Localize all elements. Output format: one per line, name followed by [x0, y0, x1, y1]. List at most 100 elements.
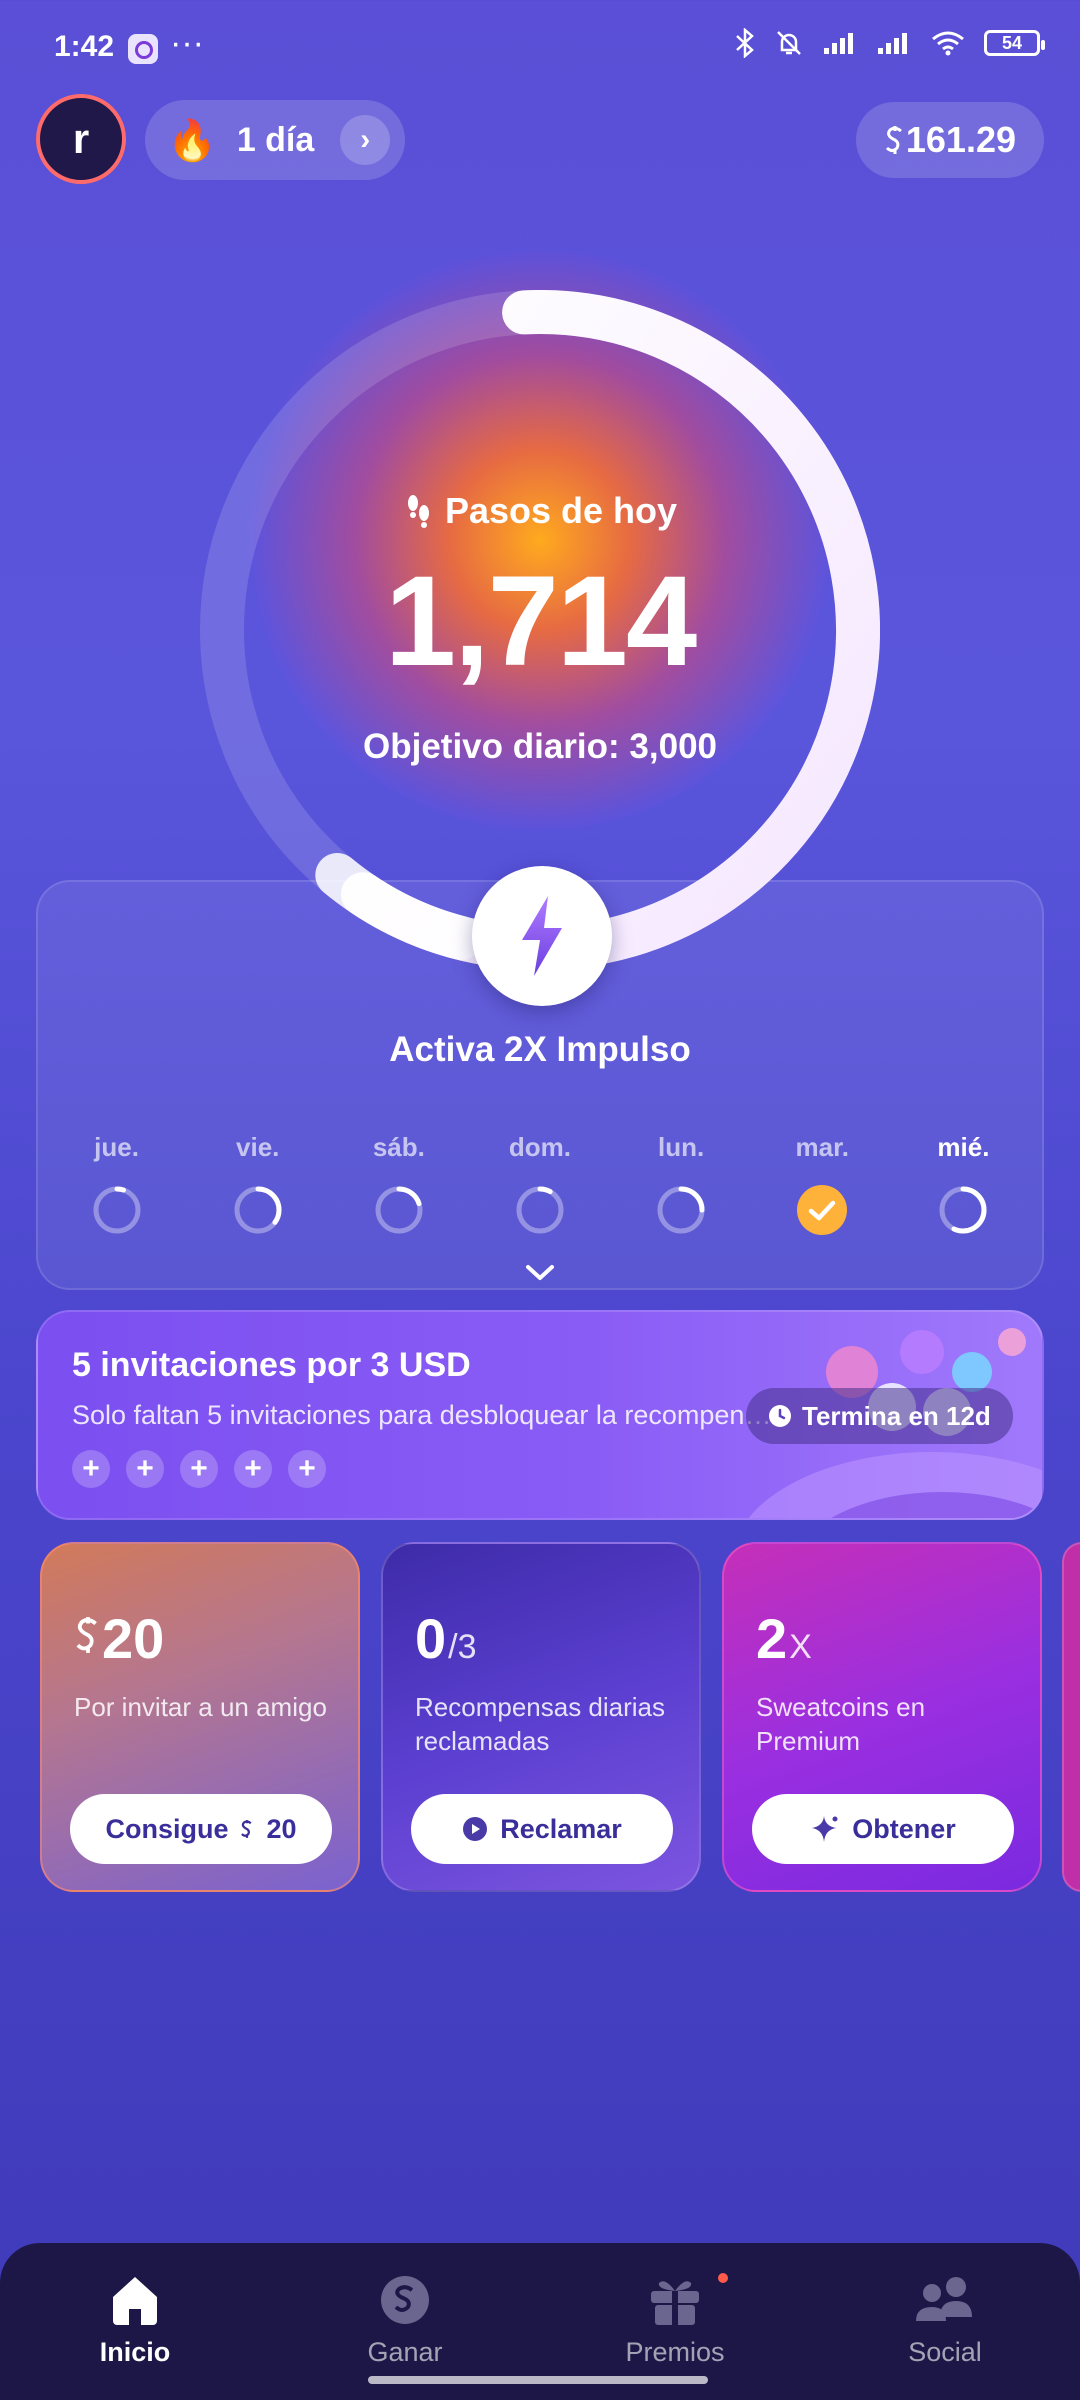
- card-value-number: 0: [415, 1607, 447, 1670]
- plus-icon[interactable]: +: [180, 1450, 218, 1488]
- invite-banner[interactable]: 5 invitaciones por 3 USD Solo faltan 5 i…: [36, 1310, 1044, 1520]
- invite-title: 5 invitaciones por 3 USD: [72, 1346, 471, 1384]
- notification-dot: [718, 2273, 728, 2283]
- plus-icon[interactable]: +: [288, 1450, 326, 1488]
- clock-icon: [769, 1405, 791, 1427]
- play-icon: [463, 1817, 488, 1841]
- people-icon: [916, 2277, 972, 2321]
- day-label: vie.: [236, 1132, 280, 1162]
- wifi-icon: [932, 31, 964, 56]
- sparkle-icon: [812, 1816, 838, 1842]
- more-notifications-icon: ···: [170, 24, 204, 62]
- invite-slots: + + + + +: [72, 1450, 326, 1488]
- day-progress-ring: [657, 1186, 705, 1234]
- sweatcoin-icon: [76, 1617, 97, 1653]
- day-5[interactable]: mar.: [762, 1132, 882, 1235]
- chevron-down-icon[interactable]: [520, 1258, 560, 1288]
- day-label: jue.: [94, 1132, 139, 1162]
- day-1[interactable]: vie.: [198, 1132, 318, 1235]
- timer-label: Termina en 12d: [802, 1400, 991, 1431]
- card-value-suffix: /3: [448, 1628, 477, 1666]
- home-indicator[interactable]: [368, 2376, 708, 2384]
- day-progress-ring: [93, 1186, 141, 1234]
- nav-label: Social: [908, 2337, 982, 2367]
- battery-icon: 54: [984, 30, 1045, 56]
- boost-label: Activa 2X Impulso: [389, 1030, 691, 1069]
- balance-button[interactable]: 161.29: [855, 102, 1044, 178]
- plus-icon[interactable]: +: [72, 1450, 110, 1488]
- mute-bell-icon: [777, 31, 801, 55]
- next-card-peek[interactable]: [1062, 1542, 1080, 1892]
- lightning-icon: [522, 896, 562, 976]
- chevron-right-icon: ›: [340, 115, 391, 165]
- home-icon: [113, 2277, 157, 2325]
- gift-icon: [651, 2281, 699, 2325]
- button-label: Obtener: [852, 1813, 956, 1844]
- premium-card[interactable]: 2 X Sweatcoins en Premium Obtener: [722, 1542, 1042, 1892]
- flame-icon: 🔥: [167, 118, 217, 163]
- sweatcoin-icon: [241, 1820, 253, 1838]
- boost-button[interactable]: [472, 866, 612, 1006]
- avatar[interactable]: r: [36, 94, 126, 184]
- card-value: 0 /3: [415, 1606, 477, 1671]
- nav-label: Inicio: [99, 2337, 171, 2367]
- invite-friend-card[interactable]: 20 Por invitar a un amigo Consigue 20: [40, 1542, 360, 1892]
- card-value-suffix: X: [789, 1628, 812, 1666]
- button-amount: 20: [266, 1813, 297, 1844]
- daily-goal: Objetivo diario: 3,000: [363, 727, 717, 766]
- card-description: Recompensas diarias reclamadas: [415, 1692, 666, 1756]
- signal-icon-2: [878, 33, 907, 54]
- claim-button[interactable]: Reclamar: [411, 1794, 673, 1864]
- day-label: mar.: [795, 1132, 850, 1162]
- day-3[interactable]: dom.: [480, 1132, 600, 1235]
- nav-item-inicio[interactable]: Inicio: [35, 2273, 235, 2368]
- steps-title: Pasos de hoy: [340, 490, 740, 532]
- steps-count: 1,714: [384, 550, 697, 693]
- day-progress-ring: [939, 1186, 987, 1234]
- day-progress-ring: [234, 1186, 282, 1234]
- status-bar: 1:42 ··· 54: [0, 0, 1080, 96]
- plus-icon[interactable]: +: [234, 1450, 272, 1488]
- day-2[interactable]: sáb.: [339, 1132, 459, 1235]
- card-value-number: 2: [756, 1607, 788, 1670]
- day-label: dom.: [508, 1132, 572, 1162]
- timer-badge: Termina en 12d: [746, 1388, 1013, 1444]
- card-value: 2 X: [756, 1606, 812, 1671]
- signal-icon: [824, 33, 853, 54]
- streak-label: 1 día: [236, 120, 315, 159]
- nav-label: Premios: [625, 2337, 725, 2367]
- nav-item-premios[interactable]: Premios: [575, 2273, 775, 2368]
- status-time: 1:42: [54, 30, 115, 63]
- day-label: lun.: [658, 1132, 705, 1162]
- bluetooth-icon: [736, 28, 754, 58]
- invite-subtitle: Solo faltan 5 invitaciones para desbloqu…: [72, 1400, 772, 1430]
- nav-item-social[interactable]: Social: [845, 2273, 1045, 2368]
- card-value-number: 20: [102, 1607, 165, 1670]
- steps-title-label: Pasos de hoy: [444, 490, 678, 531]
- balance-value: 161.29: [905, 119, 1016, 160]
- week-progress: jue. vie. sáb. dom. lun. mar. mié.: [36, 1132, 1044, 1235]
- status-icons: 54: [734, 28, 1045, 58]
- sweatcoin-app-icon: [128, 34, 158, 64]
- daily-rewards-card[interactable]: 0 /3 Recompensas diarias reclamadas Recl…: [381, 1542, 701, 1892]
- obtain-button[interactable]: Obtener: [752, 1794, 1014, 1864]
- button-label: Reclamar: [500, 1813, 622, 1844]
- nav-item-ganar[interactable]: Ganar: [305, 2273, 505, 2368]
- card-description: Sweatcoins en Premium: [756, 1692, 926, 1756]
- day-completed-icon: [797, 1185, 848, 1235]
- day-label: mié.: [937, 1132, 990, 1162]
- plus-icon[interactable]: +: [126, 1450, 164, 1488]
- ring-start-cap: [315, 853, 483, 960]
- day-4[interactable]: lun.: [621, 1132, 741, 1235]
- day-6[interactable]: mié.: [903, 1132, 1023, 1235]
- card-value: 20: [74, 1606, 164, 1671]
- sweatcoin-icon: [885, 126, 902, 154]
- nav-label: Ganar: [367, 2337, 443, 2367]
- footprints-icon: [407, 495, 429, 528]
- get-coins-button[interactable]: Consigue 20: [70, 1794, 332, 1864]
- day-0[interactable]: jue.: [57, 1132, 177, 1235]
- day-progress-ring: [516, 1186, 564, 1234]
- day-label: sáb.: [372, 1132, 425, 1162]
- card-description: Por invitar a un amigo: [74, 1692, 327, 1722]
- streak-button[interactable]: 🔥 1 día ›: [145, 100, 405, 180]
